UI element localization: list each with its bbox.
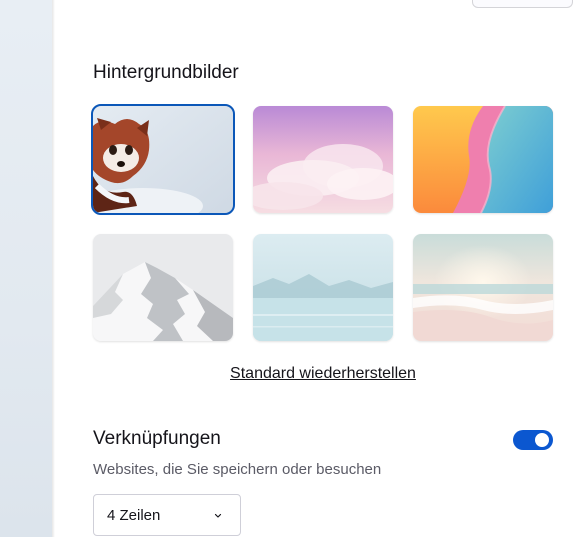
snowy-mountain-image: [93, 234, 233, 341]
wallpaper-pink-clouds[interactable]: [253, 106, 393, 213]
rows-select[interactable]: 4 Zeilen: [93, 494, 241, 536]
wallpaper-beach-sunset[interactable]: [413, 234, 553, 341]
shortcuts-description: Websites, die Sie speichern oder besuche…: [93, 461, 382, 478]
wallpapers-title: Hintergrundbilder: [93, 62, 239, 83]
chevron-down-icon: [214, 513, 222, 518]
pink-clouds-image: [253, 106, 393, 213]
toggle-knob: [535, 433, 549, 447]
wallpaper-abstract-waves[interactable]: [413, 106, 553, 213]
wallpaper-snowy-mountain[interactable]: [93, 234, 233, 341]
beach-sunset-image: [413, 234, 553, 341]
panel-top-button[interactable]: [472, 0, 573, 8]
restore-default-link[interactable]: Standard wiederherstellen: [0, 365, 586, 383]
abstract-waves-image: [413, 106, 553, 213]
panel-shadow: [52, 0, 55, 537]
wallpaper-misty-lake[interactable]: [253, 234, 393, 341]
page-backdrop: [0, 0, 52, 537]
shortcuts-toggle[interactable]: [513, 430, 553, 450]
misty-lake-image: [253, 234, 393, 341]
shortcuts-title: Verknüpfungen: [93, 428, 221, 449]
wallpaper-red-panda[interactable]: [91, 104, 235, 215]
red-panda-image: [93, 106, 233, 213]
rows-select-value: 4 Zeilen: [107, 507, 161, 524]
wallpaper-grid: [91, 104, 553, 342]
